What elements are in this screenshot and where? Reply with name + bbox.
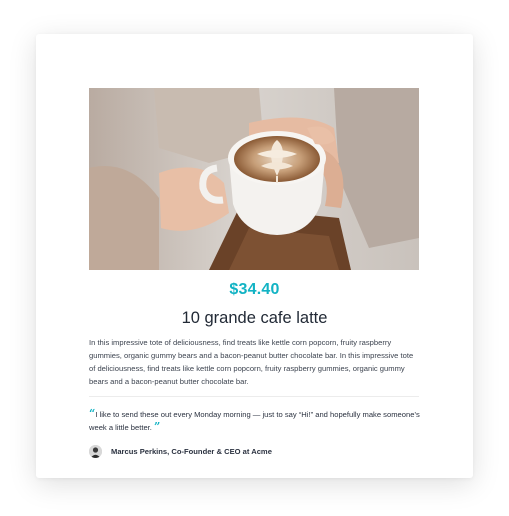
product-price: $34.40 <box>229 281 280 298</box>
testimonial-quote: “I like to send these out every Monday m… <box>89 408 421 434</box>
testimonial-author: Marcus Perkins, Co-Founder & CEO at Acme <box>89 443 272 459</box>
close-quote-icon: ” <box>154 420 161 433</box>
author-name: Marcus Perkins, Co-Founder & CEO at Acme <box>111 446 272 456</box>
product-description: In this impressive tote of deliciousness… <box>89 338 414 386</box>
product-title: 10 grande cafe latte <box>181 309 328 327</box>
product-card: $34.40 10 grande cafe latte In this impr… <box>36 34 473 478</box>
divider <box>89 396 419 397</box>
testimonial-text: I like to send these out every Monday mo… <box>89 410 420 432</box>
avatar <box>89 444 102 458</box>
product-image <box>89 88 419 270</box>
